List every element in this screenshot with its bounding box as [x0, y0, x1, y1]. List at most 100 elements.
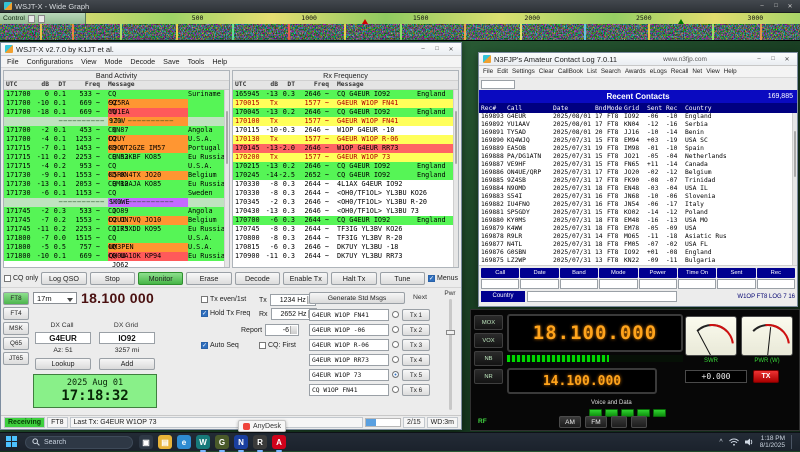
tx-5-button[interactable]: Tx 5: [402, 369, 430, 381]
std-message-text[interactable]: G4EUR W1OP R-06: [309, 339, 389, 351]
add-button[interactable]: Add: [99, 358, 155, 370]
log-row[interactable]: 169891TY5AD2025/08/0120FT8JJ16-10-14Beni…: [479, 129, 797, 137]
menu-item-settings[interactable]: Settings: [510, 68, 537, 75]
menu-item-mode[interactable]: Mode: [100, 57, 126, 66]
log-row[interactable]: 169884N9OMD2025/07/3118FT8EN48-03-04USA …: [479, 185, 797, 193]
menu-item-file[interactable]: File: [481, 68, 495, 75]
waterfall-display[interactable]: [0, 24, 800, 40]
maximize-button[interactable]: □: [431, 44, 443, 54]
tune-button[interactable]: Tune: [380, 272, 425, 285]
radio-mode-button[interactable]: [611, 416, 627, 428]
decode-row[interactable]: 170800-80.32644 ~TF3IG YL3BV R-20: [233, 234, 458, 243]
field-input[interactable]: [520, 279, 558, 289]
rx-freq-spinner[interactable]: Rx2652 Hz: [259, 308, 317, 320]
std-message-text[interactable]: G4EUR W1OP FN41: [309, 309, 389, 321]
minimize-button[interactable]: –: [417, 44, 429, 54]
stop-button[interactable]: Stop: [90, 272, 135, 285]
decode-row[interactable]: 171800-50.5757 ~CQ QH0U JO62U.S.A.: [4, 243, 229, 252]
log-row[interactable]: 169886ON4UE/QRP2025/07/3117FT8JO20-02-12…: [479, 169, 797, 177]
decode-row[interactable]: 17170000.1533 ~CQ 9Z5RA GJ25Suriname: [4, 90, 229, 99]
std-message-text[interactable]: G4EUR W1OP RR73: [309, 354, 389, 366]
menu-item-callbook[interactable]: CallBook: [556, 68, 585, 75]
log-row[interactable]: 169878R9LR2025/07/3114FT8MO65-11-18Asiat…: [479, 233, 797, 241]
fm-mode-button[interactable]: FM: [585, 416, 607, 428]
menu-item-elogs[interactable]: eLogs: [648, 68, 669, 75]
minimize-button[interactable]: –: [753, 54, 765, 64]
decode-row[interactable]: 165945-130.32646 ~CQ G4EUR IO92England: [233, 90, 458, 99]
decode-row[interactable]: 170330-80.32644 ~<OH0/TF1OL> YL3BU KO26: [233, 189, 458, 198]
log-table[interactable]: 169893G4EUR2025/08/0117FT8IO92-06-10Engl…: [479, 113, 797, 265]
decode-row[interactable]: 170215-130.22646 ~CQ G4EUR IO92England: [233, 162, 458, 171]
lookup-button[interactable]: Lookup: [35, 358, 91, 370]
std-message-text[interactable]: CQ W1OP FN41: [309, 384, 389, 396]
decode-row[interactable]: 171730-90.11553 ~CQ ON4TX JO20Belgium: [4, 171, 229, 180]
taskbar-clock[interactable]: 1:18 PM 8/1/2025: [760, 435, 785, 450]
menu-item-help[interactable]: Help: [208, 57, 231, 66]
decode-row[interactable]: 170900-110.32644 ~DK7UY YL3BU RR73: [233, 252, 458, 261]
menu-item-edit[interactable]: Edit: [495, 68, 510, 75]
decode-row[interactable]: 171730-130.12053 ~CQ R2AJA KO85Eu Russia: [4, 180, 229, 189]
maximize-button[interactable]: □: [770, 1, 782, 11]
report-value[interactable]: -6: [265, 324, 299, 336]
spinner-up-down[interactable]: [28, 15, 35, 23]
taskbar-icon-task-view[interactable]: ▣: [139, 435, 153, 449]
menu-item-decode[interactable]: Decode: [126, 57, 159, 66]
menu-item-help[interactable]: Help: [722, 68, 739, 75]
decode-row[interactable]: 171800-100.1669 ~CQ UA1OK KP94Eu Russia: [4, 252, 229, 261]
minimize-button[interactable]: –: [756, 1, 768, 11]
mode-button-msk[interactable]: MSK: [3, 322, 29, 335]
slider-track[interactable]: [449, 299, 452, 410]
volume-icon[interactable]: [745, 438, 754, 446]
halt-tx-button[interactable]: Halt Tx: [331, 272, 376, 285]
menu-item-file[interactable]: File: [3, 57, 23, 66]
decode-row[interactable]: 170130Tx1577 ~G4EUR W1OP R-06: [233, 135, 458, 144]
field-input[interactable]: [481, 279, 519, 289]
log-row[interactable]: 169889EA5OB2025/07/3119FT8IM98-01-10Spai…: [479, 145, 797, 153]
log-row[interactable]: 169875LZ2WP2025/07/3113FT8KN22-09-11Bulg…: [479, 257, 797, 265]
decode-row[interactable]: 171700-20.1453 ~CQ D2UY EN62Angola: [4, 126, 229, 135]
dx-call-field[interactable]: G4EUR: [35, 332, 91, 344]
log-qso-button[interactable]: Log QSO: [41, 272, 86, 285]
hold-tx-checkbox[interactable]: Hold Tx Freq: [201, 310, 250, 317]
enable-tx-button[interactable]: Enable Tx: [283, 272, 328, 285]
quick-entry-input[interactable]: [481, 80, 515, 89]
decode-row[interactable]: 171715-70.11453 ~CQ CT2GZE IM57Portugal: [4, 144, 229, 153]
field-input[interactable]: [717, 279, 755, 289]
menu-item-recall[interactable]: Recall: [669, 68, 691, 75]
log-row[interactable]: 169880KY0MS2025/07/3118FT8EM48-16-13USA …: [479, 217, 797, 225]
next-radio[interactable]: [392, 371, 399, 378]
tx-2-button[interactable]: Tx 2: [402, 324, 430, 336]
log-row[interactable]: 169883S54I2025/07/3116FT8JN68-10-06Slove…: [479, 193, 797, 201]
radio-mode-button[interactable]: [631, 416, 647, 428]
tx-freq-spinner[interactable]: Tx1234 Hz: [259, 294, 316, 306]
log-row[interactable]: 169881SP5GDY2025/07/3115FT8KO02-14-12Pol…: [479, 209, 797, 217]
wifi-icon[interactable]: [729, 438, 739, 446]
menu-item-view[interactable]: View: [704, 68, 722, 75]
log-row[interactable]: 169892YU1AAV2025/08/0117FT8KN04-12-16Ser…: [479, 121, 797, 129]
radio-button-vox[interactable]: VOX: [474, 333, 503, 348]
radio-button-nb[interactable]: NB: [474, 351, 503, 366]
anydesk-panel-tab[interactable]: AnyDesk: [238, 420, 286, 432]
log-row[interactable]: 1698859Z4SB2025/07/3117FT8FK90-08-07Trin…: [479, 177, 797, 185]
tx-button[interactable]: TX: [753, 370, 779, 383]
cq-first-checkbox[interactable]: CQ: First: [259, 342, 296, 349]
menu-item-search[interactable]: Search: [599, 68, 623, 75]
slider-thumb[interactable]: [446, 330, 455, 335]
decode-button[interactable]: Decode: [235, 272, 280, 285]
next-radio[interactable]: [392, 326, 399, 333]
decode-row[interactable]: 170045-130.22646 ~CQ G4EUR IO92England: [233, 108, 458, 117]
decode-row[interactable]: 170745-80.32644 ~TF3IG YL3BV KO26: [233, 225, 458, 234]
decode-row[interactable]: 170345-20.32646 ~<OH0/TF1OL> YL3BU R-20: [233, 198, 458, 207]
menus-checkbox[interactable]: Menus: [428, 275, 458, 282]
monitor-button[interactable]: Monitor: [138, 272, 183, 285]
tx-6-button[interactable]: Tx 6: [402, 384, 430, 396]
menu-item-tools[interactable]: Tools: [184, 57, 209, 66]
decode-row[interactable]: 170700-60.32644 ~CQ G4EUR IO92England: [233, 216, 458, 225]
decode-row[interactable]: 171745-20.3533 ~CQ D2UI JI75Angola: [4, 207, 229, 216]
mode-button-q65[interactable]: Q65: [3, 337, 29, 350]
scrollbar[interactable]: [453, 90, 458, 267]
field-input[interactable]: [599, 279, 637, 289]
decode-row[interactable]: 171800-70.01515 ~CQ WM3PEN FN20U.S.A.: [4, 234, 229, 243]
n3fjp-titlebar[interactable]: N3FJP's Amateur Contact Log 7.0.11 www.n…: [479, 53, 797, 66]
field-input[interactable]: [560, 279, 598, 289]
